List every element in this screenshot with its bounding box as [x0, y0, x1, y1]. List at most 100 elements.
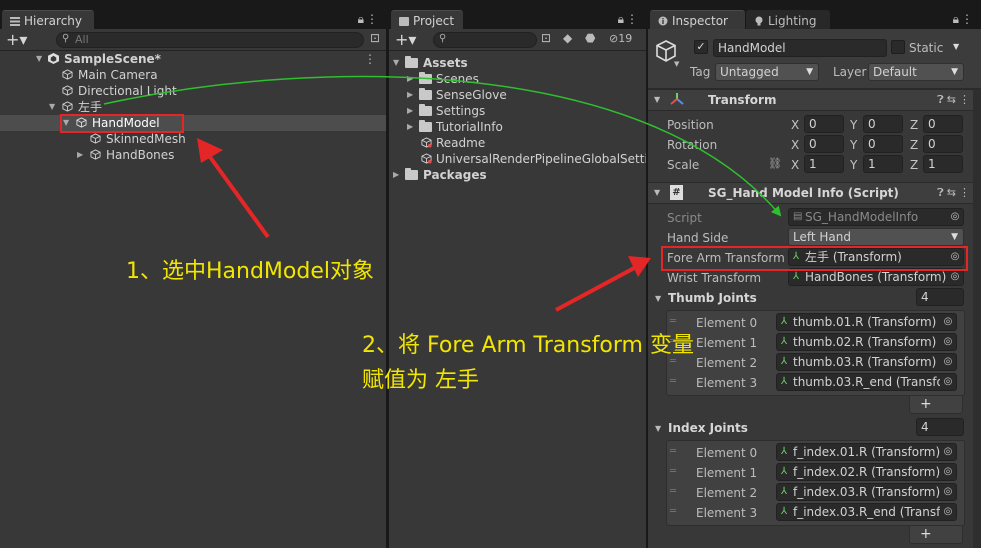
help-icon[interactable]: ❓︎: [937, 186, 947, 199]
kebab-menu-icon[interactable]: ⋮: [959, 186, 973, 199]
lock-icon[interactable]: 🔒︎: [358, 12, 366, 26]
scale-y-field[interactable]: 1: [863, 155, 903, 173]
kebab-menu-icon[interactable]: ⋮: [364, 51, 376, 67]
project-row-packages[interactable]: ▶ Packages: [389, 167, 646, 183]
transform-header[interactable]: ▼ Transform ❓︎⇆⋮: [648, 89, 981, 111]
object-picker-icon[interactable]: ◎: [940, 314, 956, 330]
object-picker-icon[interactable]: ◎: [940, 504, 956, 520]
project-row-urp-settings[interactable]: UniversalRenderPipelineGlobalSettin: [389, 151, 646, 167]
expand-arrow-icon[interactable]: ▼: [654, 188, 660, 197]
index-joints-size-field[interactable]: 4: [916, 418, 964, 436]
hidden-packages-toggle[interactable]: ⊘19: [609, 32, 632, 45]
layer-dropdown[interactable]: Default ▼: [868, 63, 964, 81]
inspector-scrollbar[interactable]: [973, 89, 981, 548]
expand-arrow-icon[interactable]: ▼: [36, 51, 42, 67]
collapse-arrow-icon[interactable]: ▶: [407, 103, 413, 119]
lock-icon[interactable]: 🔒︎: [953, 12, 961, 26]
thumb-element-field[interactable]: ⅄ thumb.03.R_end (Transfor ◎: [776, 373, 957, 391]
collapse-arrow-icon[interactable]: ▶: [393, 167, 399, 183]
index-element-field[interactable]: ⅄ f_index.01.R (Transform) ◎: [776, 443, 957, 461]
tab-hierarchy[interactable]: Hierarchy: [2, 10, 94, 29]
object-name-field[interactable]: HandModel: [713, 39, 887, 57]
kebab-menu-icon[interactable]: ⋮: [961, 12, 975, 26]
remove-element-button[interactable]: −: [920, 542, 946, 548]
hierarchy-row-handmodel[interactable]: ▼ HandModel: [0, 115, 386, 131]
expand-arrow-icon[interactable]: ▼: [655, 424, 661, 433]
wrist-transform-field[interactable]: ⅄ HandBones (Transform) ◎: [788, 268, 964, 286]
tab-inspector[interactable]: Inspector: [650, 10, 745, 29]
tab-project[interactable]: Project: [391, 10, 463, 29]
tag-icon[interactable]: ⬣: [585, 31, 595, 45]
object-picker-icon[interactable]: ◎: [947, 269, 963, 285]
thumb-element-field[interactable]: ⅄ thumb.02.R (Transform) ◎: [776, 333, 957, 351]
tab-lighting[interactable]: Lighting: [746, 10, 830, 29]
object-picker-icon[interactable]: ◎: [940, 464, 956, 480]
scene-visibility-icon[interactable]: ⊡: [370, 31, 380, 45]
position-x-field[interactable]: 0: [804, 115, 844, 133]
presets-icon[interactable]: ⇆: [947, 93, 959, 106]
object-picker-icon[interactable]: ◎: [940, 374, 956, 390]
thumb-joints-label[interactable]: Thumb Joints: [668, 291, 757, 305]
collapse-arrow-icon[interactable]: ▶: [407, 119, 413, 135]
object-picker-icon[interactable]: ◎: [947, 249, 963, 265]
drag-handle-icon[interactable]: ═: [670, 466, 676, 477]
kebab-menu-icon[interactable]: ⋮: [959, 93, 973, 106]
add-element-button[interactable]: +: [920, 526, 946, 542]
object-picker-icon[interactable]: ◎: [940, 484, 956, 500]
project-search-input[interactable]: ⚲: [433, 32, 537, 48]
index-element-field[interactable]: ⅄ f_index.03.R (Transform) ◎: [776, 483, 957, 501]
position-z-field[interactable]: 0: [923, 115, 963, 133]
index-joints-label[interactable]: Index Joints: [668, 421, 748, 435]
rotation-z-field[interactable]: 0: [923, 135, 963, 153]
collapse-arrow-icon[interactable]: ▶: [407, 87, 413, 103]
project-row-scenes[interactable]: ▶ Scenes: [389, 71, 646, 87]
object-picker-icon[interactable]: ◎: [940, 444, 956, 460]
expand-arrow-icon[interactable]: ▼: [654, 95, 660, 104]
drag-handle-icon[interactable]: ═: [670, 486, 676, 497]
thumb-joints-size-field[interactable]: 4: [916, 288, 964, 306]
project-row-readme[interactable]: Readme: [389, 135, 646, 151]
collapse-arrow-icon[interactable]: ▶: [77, 147, 83, 163]
kebab-menu-icon[interactable]: ⋮: [366, 12, 380, 26]
hierarchy-row-left-hand[interactable]: ▼ 左手: [0, 99, 386, 115]
scale-x-field[interactable]: 1: [804, 155, 844, 173]
hierarchy-row-skinnedmesh[interactable]: SkinnedMesh: [0, 131, 386, 147]
scale-z-field[interactable]: 1: [923, 155, 963, 173]
create-plus-icon[interactable]: +▾: [6, 30, 27, 49]
search-by-label-icon[interactable]: ◆: [563, 31, 572, 45]
expand-arrow-icon[interactable]: ▼: [49, 99, 55, 115]
constrain-proportions-icon[interactable]: ⛓: [768, 157, 782, 170]
index-element-field[interactable]: ⅄ f_index.03.R_end (Transfo ◎: [776, 503, 957, 521]
create-plus-icon[interactable]: +▾: [395, 30, 416, 49]
expand-arrow-icon[interactable]: ▼: [63, 115, 69, 131]
forearm-transform-field[interactable]: ⅄ 左手 (Transform) ◎: [788, 248, 964, 266]
collapse-arrow-icon[interactable]: ▶: [407, 71, 413, 87]
index-element-field[interactable]: ⅄ f_index.02.R (Transform) ◎: [776, 463, 957, 481]
lock-icon[interactable]: 🔒︎: [618, 12, 626, 26]
object-picker-icon[interactable]: ◎: [940, 334, 956, 350]
hierarchy-row-scene[interactable]: ▼ SampleScene* ⋮: [0, 51, 386, 67]
hierarchy-row-directional-light[interactable]: Directional Light: [0, 83, 386, 99]
expand-arrow-icon[interactable]: ▼: [393, 55, 399, 71]
drag-handle-icon[interactable]: ═: [670, 316, 676, 327]
hierarchy-row-handbones[interactable]: ▶ HandBones: [0, 147, 386, 163]
expand-arrow-icon[interactable]: ▼: [655, 294, 661, 303]
project-row-tutorialinfo[interactable]: ▶ TutorialInfo: [389, 119, 646, 135]
rotation-x-field[interactable]: 0: [804, 135, 844, 153]
hierarchy-row-main-camera[interactable]: Main Camera: [0, 67, 386, 83]
rotation-y-field[interactable]: 0: [863, 135, 903, 153]
position-y-field[interactable]: 0: [863, 115, 903, 133]
hierarchy-search-input[interactable]: ⚲ All: [56, 32, 364, 48]
help-icon[interactable]: ❓︎: [937, 93, 947, 106]
project-row-settings[interactable]: ▶ Settings: [389, 103, 646, 119]
project-row-senseglove[interactable]: ▶ SenseGlove: [389, 87, 646, 103]
icon-dropdown-arrow[interactable]: ▼: [674, 60, 679, 68]
thumb-element-field[interactable]: ⅄ thumb.01.R (Transform) ◎: [776, 313, 957, 331]
drag-handle-icon[interactable]: ═: [670, 506, 676, 517]
drag-handle-icon[interactable]: ═: [670, 446, 676, 457]
active-checkbox[interactable]: ✓: [694, 40, 708, 54]
static-checkbox[interactable]: [891, 40, 905, 54]
static-dropdown-caret[interactable]: ▼: [953, 42, 959, 51]
project-row-assets[interactable]: ▼ Assets: [389, 55, 646, 71]
presets-icon[interactable]: ⇆: [947, 186, 959, 199]
